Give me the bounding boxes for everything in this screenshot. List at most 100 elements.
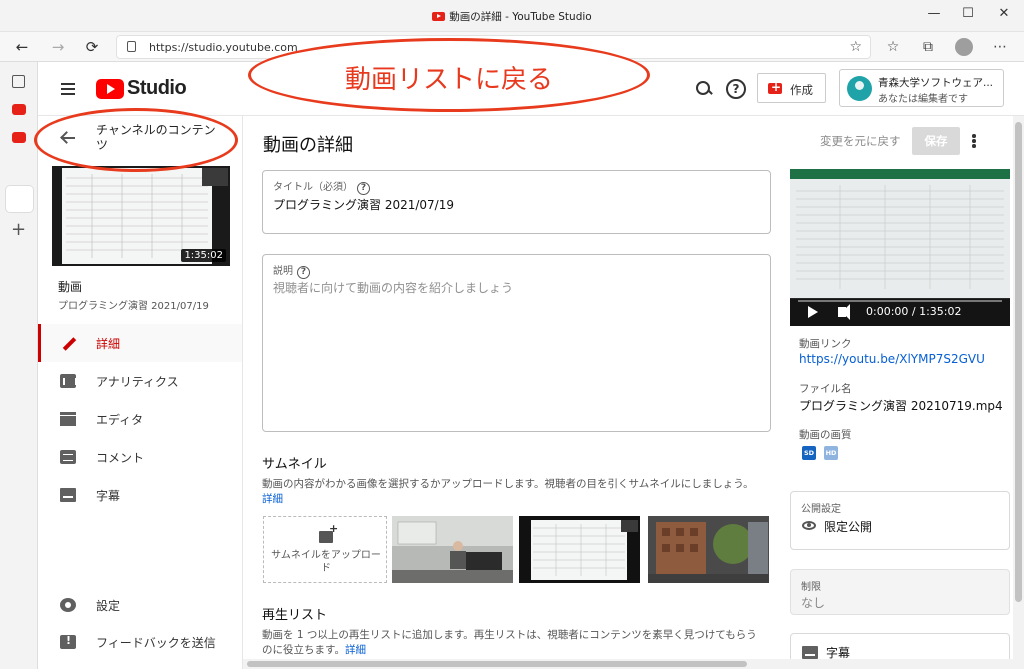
maximize-button[interactable]: ☐ xyxy=(953,4,983,24)
thumbnail-duration: 1:35:02 xyxy=(181,249,226,262)
progress-bar[interactable] xyxy=(798,300,1002,302)
scrollbar-thumb[interactable] xyxy=(1015,122,1022,602)
create-label: 作成 xyxy=(790,83,813,97)
horizontal-scrollbar[interactable] xyxy=(243,659,1013,669)
help-icon[interactable]: ? xyxy=(297,266,310,279)
quality-label: 動画の画質 xyxy=(799,429,852,441)
studio-sidebar: チャンネルのコンテンツ 1:35:02 動画 プログラミング演習 2021/07… xyxy=(38,116,243,669)
callout-text: 動画リストに戻る xyxy=(344,65,553,95)
vertical-scrollbar[interactable] xyxy=(1013,116,1024,669)
nav-label: 字幕 xyxy=(96,489,121,503)
nav-label: エディタ xyxy=(96,413,144,427)
feedback-icon xyxy=(60,634,76,649)
create-button[interactable]: 作成 xyxy=(757,73,826,103)
building-image xyxy=(648,516,769,583)
upload-thumbnail-button[interactable]: サムネイルをアップロード xyxy=(263,516,387,583)
video-heading: 動画 xyxy=(58,280,83,294)
nav-item-settings[interactable]: 設定 xyxy=(38,586,242,624)
title-input[interactable]: プログラミング演習 2021/07/19 xyxy=(273,196,454,213)
thumbnail-description: 動画の内容がわかる画像を選択するかアップロードします。視聴者の目を引くサムネイル… xyxy=(262,477,762,507)
hd-badge-icon: HD xyxy=(824,446,838,460)
eye-icon xyxy=(802,521,816,530)
thumbnail-learn-more-link[interactable]: 詳細 xyxy=(262,493,283,505)
spreadsheet-image xyxy=(521,518,638,581)
nav-item-subtitles[interactable]: 字幕 xyxy=(38,476,242,514)
scrollbar-thumb[interactable] xyxy=(247,661,747,667)
visibility-label: 公開設定 xyxy=(801,504,841,515)
video-camera-icon xyxy=(768,80,782,94)
tab-youtube-icon[interactable] xyxy=(12,104,26,115)
restriction-box[interactable]: 制限 なし xyxy=(790,569,1010,615)
filename-label: ファイル名 xyxy=(799,383,852,395)
browser-vertical-tabs: + xyxy=(0,62,38,669)
playlist-learn-more-link[interactable]: 詳細 xyxy=(345,644,366,656)
undo-changes-button[interactable]: 変更を元に戻す xyxy=(820,133,901,149)
description-field[interactable]: 説明? 視聴者に向けて動画の内容を紹介しましょう xyxy=(262,254,771,432)
playlist-description: 動画を 1 つ以上の再生リストに追加します。再生リストは、視聴者にコンテンツを素… xyxy=(262,628,762,658)
annotation-ring xyxy=(34,108,238,172)
thumbnail-option-1[interactable] xyxy=(392,516,513,583)
thumbnail-option-2-selected[interactable] xyxy=(519,516,640,583)
channel-name: 青森大学ソフトウェア... xyxy=(878,77,994,89)
nav-label: 詳細 xyxy=(96,337,121,351)
profile-avatar[interactable] xyxy=(955,38,973,56)
visibility-box[interactable]: 公開設定 限定公開 xyxy=(790,491,1010,550)
window-title-text: 動画の詳細 - YouTube Studio xyxy=(449,11,592,23)
more-options-icon[interactable] xyxy=(972,134,976,148)
video-link[interactable]: https://youtu.be/XlYMP7S2GVU xyxy=(799,352,985,366)
tab-actions-icon[interactable] xyxy=(12,75,25,88)
restriction-value: なし xyxy=(801,596,826,610)
help-icon[interactable]: ? xyxy=(726,79,746,99)
nav-item-comments[interactable]: コメント xyxy=(38,438,242,476)
visibility-value: 限定公開 xyxy=(824,520,873,534)
window-titlebar: 動画の詳細 - YouTube Studio — ☐ ✕ xyxy=(0,0,1024,32)
collections-button[interactable]: ⧉ xyxy=(917,37,939,57)
menu-icon[interactable] xyxy=(61,83,75,95)
playlist-heading: 再生リスト xyxy=(262,608,328,623)
video-player[interactable]: 0:00:00 / 1:35:02 xyxy=(790,169,1010,326)
search-icon[interactable] xyxy=(694,79,714,99)
thumbnail-desc-text: 動画の内容がわかる画像を選択するかアップロードします。視聴者の目を引くサムネイル… xyxy=(262,478,754,490)
description-input[interactable]: 視聴者に向けて動画の内容を紹介しましょう xyxy=(273,279,513,296)
nav-label: 設定 xyxy=(96,599,121,613)
nav-item-details[interactable]: 詳細 xyxy=(38,324,242,362)
page-title: 動画の詳細 xyxy=(263,135,353,156)
pencil-icon xyxy=(60,336,76,350)
save-button[interactable]: 保存 xyxy=(912,127,960,155)
add-image-icon xyxy=(319,522,338,543)
new-tab-icon[interactable]: + xyxy=(11,219,26,240)
add-favorite-icon[interactable]: ☆ xyxy=(849,39,862,55)
annotation-callout: 動画リストに戻る xyxy=(248,38,650,112)
play-icon[interactable] xyxy=(808,306,818,318)
favorites-button[interactable]: ☆ xyxy=(882,37,904,57)
upload-thumbnail-label: サムネイルをアップロード xyxy=(271,550,381,574)
subtitles-icon xyxy=(802,646,818,659)
classroom-image xyxy=(392,516,513,583)
help-icon[interactable]: ? xyxy=(357,182,370,195)
forward-button[interactable]: → xyxy=(47,37,69,57)
video-thumbnail[interactable]: 1:35:02 xyxy=(52,166,230,266)
reload-button[interactable]: ⟳ xyxy=(81,37,103,57)
active-tab[interactable] xyxy=(6,186,33,212)
nav-item-feedback[interactable]: フィードバックを送信 xyxy=(38,623,242,661)
nav-label: フィードバックを送信 xyxy=(96,636,216,650)
studio-logo[interactable]: Studio xyxy=(96,77,187,101)
video-preview-frame xyxy=(790,169,1010,299)
close-window-button[interactable]: ✕ xyxy=(989,4,1019,24)
thumbnail-option-3[interactable] xyxy=(648,516,769,583)
volume-icon[interactable] xyxy=(838,304,850,320)
back-button[interactable]: ← xyxy=(11,37,33,57)
settings-more-button[interactable]: ⋯ xyxy=(989,37,1011,57)
minimize-button[interactable]: — xyxy=(919,4,949,24)
title-field[interactable]: タイトル（必須）? プログラミング演習 2021/07/19 xyxy=(262,170,771,234)
channel-role: あなたは編集者です xyxy=(878,94,968,105)
nav-item-analytics[interactable]: アナリティクス xyxy=(38,362,242,400)
subtitles-icon xyxy=(60,488,76,502)
editor-icon xyxy=(60,412,76,426)
nav-item-editor[interactable]: エディタ xyxy=(38,400,242,438)
channel-switcher[interactable]: 青森大学ソフトウェア... あなたは編集者です xyxy=(839,69,1004,107)
gear-icon xyxy=(60,598,76,612)
logo-text: Studio xyxy=(127,77,187,99)
tab-youtube-studio-icon[interactable] xyxy=(12,132,26,143)
lock-icon xyxy=(127,41,136,52)
